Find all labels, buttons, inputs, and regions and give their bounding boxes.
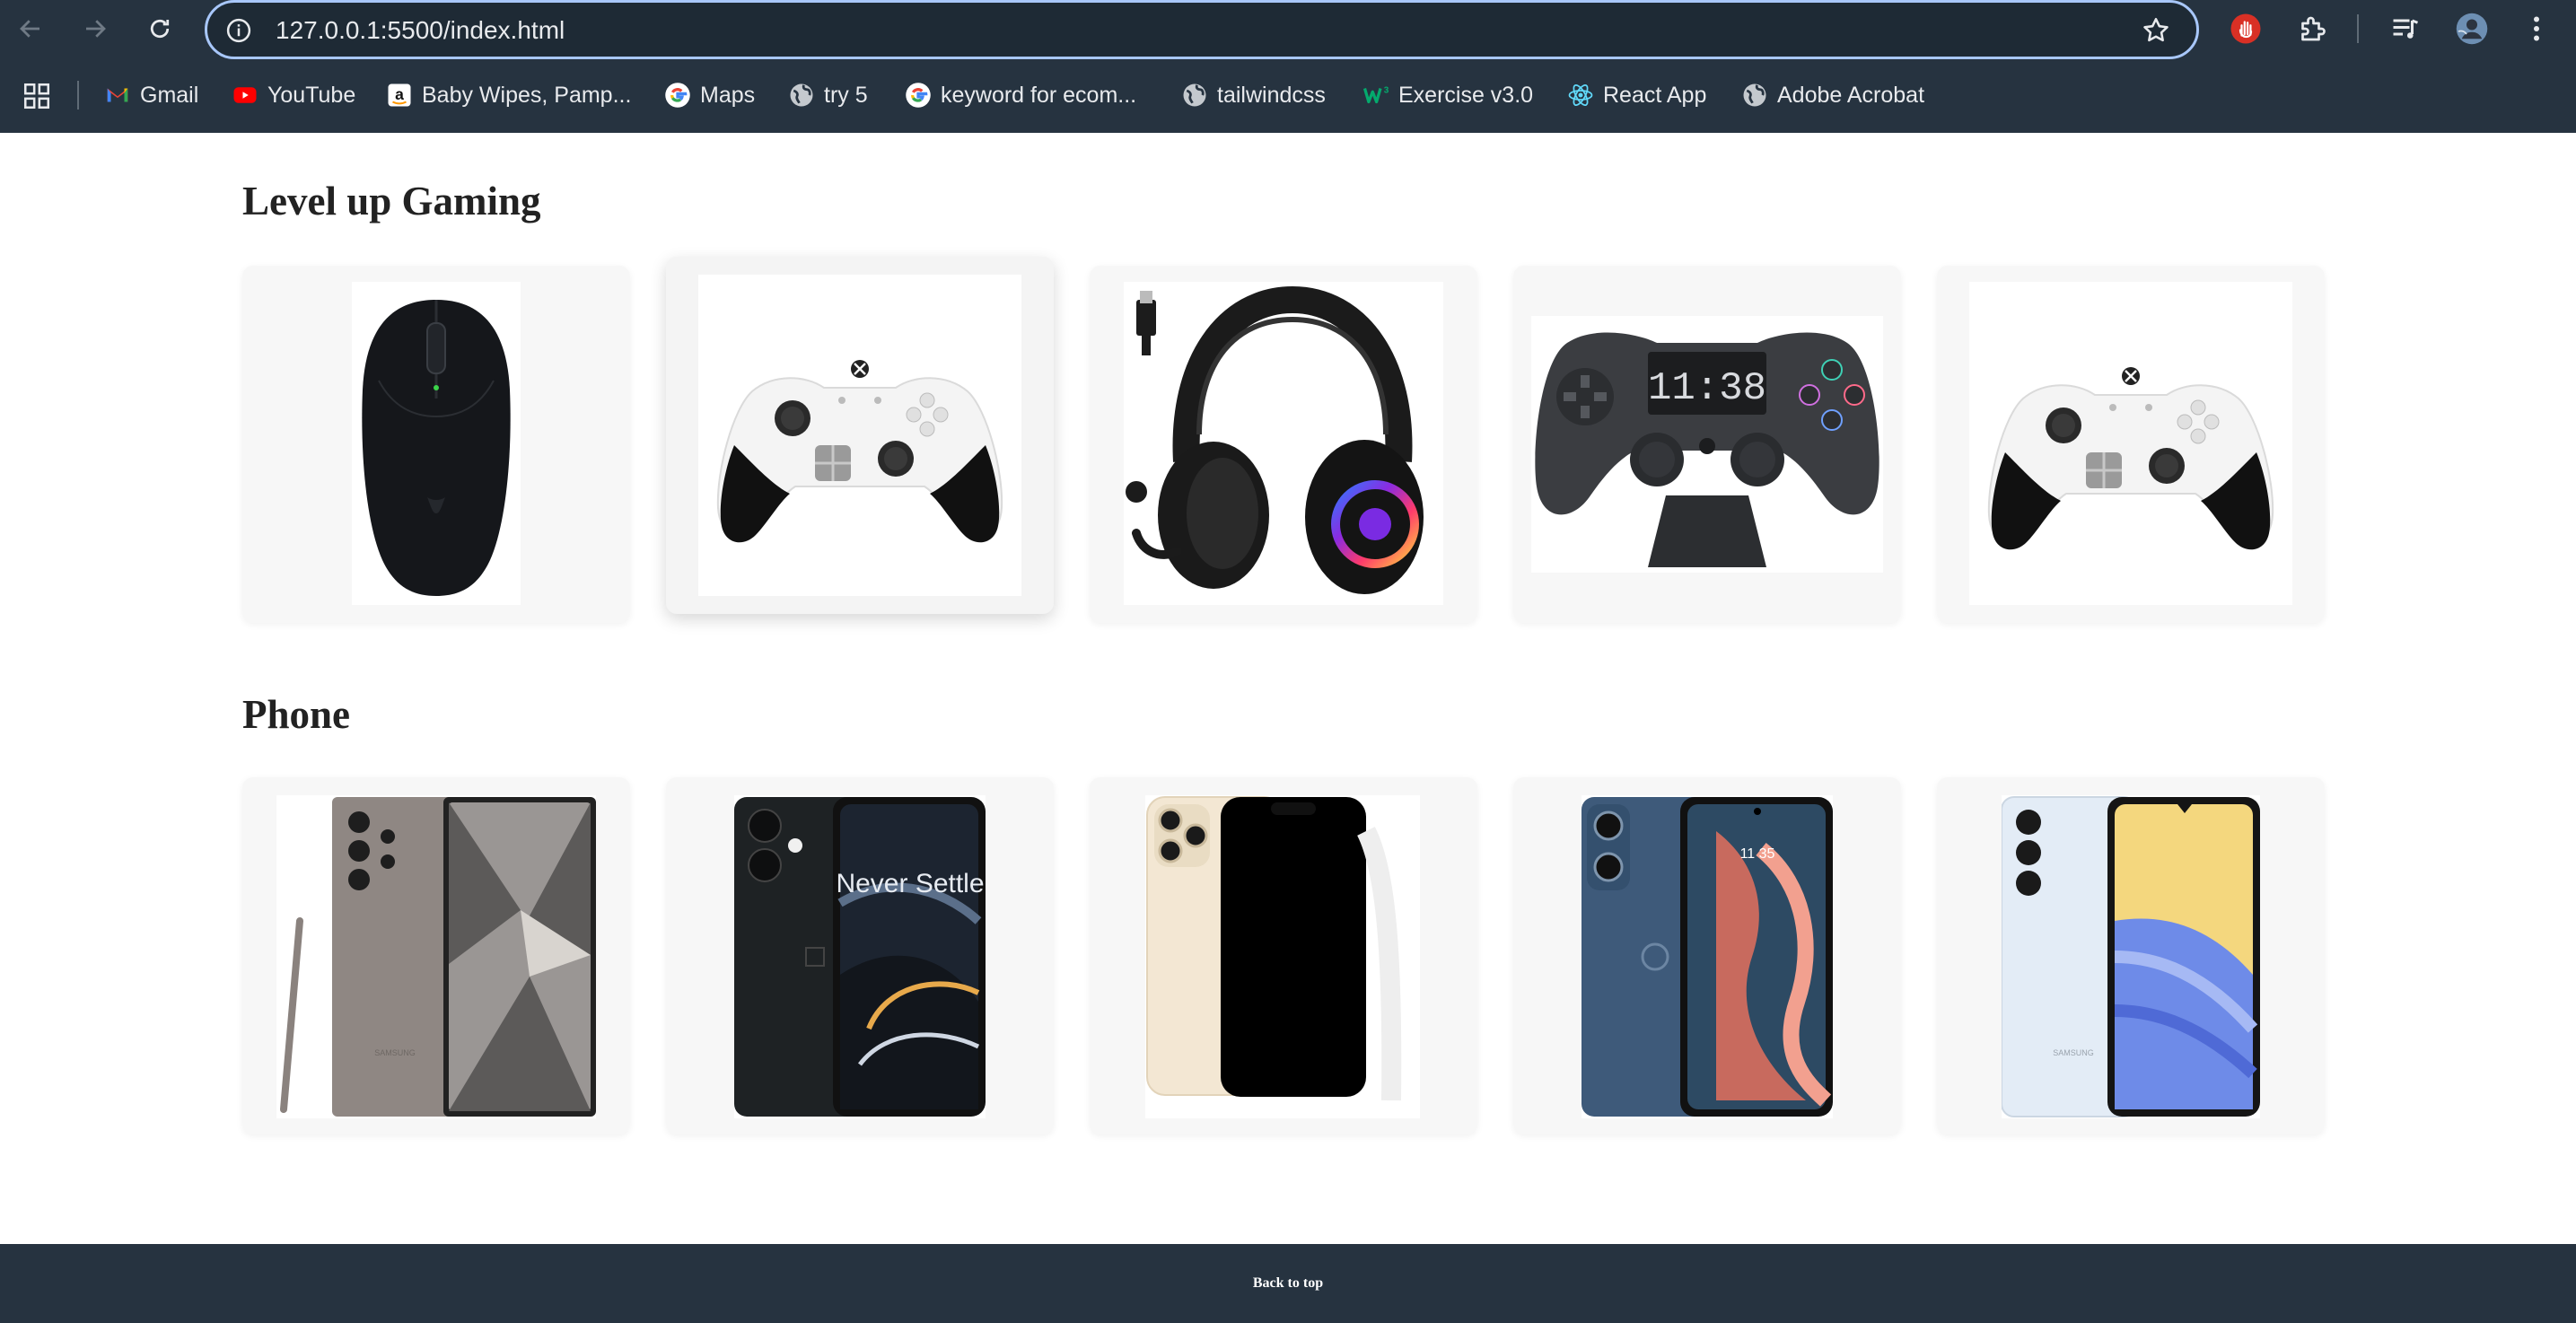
phone-icon [1145,795,1420,1118]
product-image-samsung-galaxy-a15: SAMSUNG [2002,795,2260,1118]
bookmark-label: tailwindcss [1217,82,1326,108]
extension-stop-button[interactable] [2228,11,2264,47]
avatar [2456,13,2488,45]
react-icon [1567,82,1594,109]
product-card-motorola-moto[interactable]: 11 35 [1513,777,1901,1135]
google-icon [905,82,932,109]
bookmark-tailwindcss[interactable]: tailwindcss [1181,79,1326,111]
bookmark-label: Gmail [140,82,199,108]
playlist-icon [2393,19,2419,39]
section-title-gaming: Level up Gaming [242,179,541,223]
gmail-icon [104,82,131,109]
product-card-gaming-headset[interactable] [1090,266,1477,623]
toolbar-divider [2357,14,2359,43]
bookmark-try5[interactable]: try 5 [788,79,868,111]
product-image-motorola-moto: 11 35 [1582,795,1833,1118]
xbox-controller-icon [1969,282,2292,605]
back-button[interactable] [11,9,50,48]
google-icon [664,82,691,109]
product-card-gaming-mouse[interactable] [242,266,630,623]
bookmark-exercise[interactable]: 3 Exercise v3.0 [1362,79,1533,111]
arrow-left-icon [20,20,39,38]
svg-text:a: a [395,85,404,103]
product-card-iphone-gold[interactable] [1090,777,1477,1135]
phone-icon: Never Settle [734,795,986,1118]
reading-list-button[interactable] [2388,11,2423,47]
profile-avatar-button[interactable] [2454,11,2490,47]
back-to-top-link[interactable]: Back to top [1253,1275,1323,1292]
wallpaper-text: Never Settle [836,869,984,898]
samsung-brand-text: SAMSUNG [2053,1048,2094,1057]
product-card-oneplus-nord[interactable]: Never Settle [666,777,1054,1135]
gaming-mouse-icon [352,282,521,605]
reload-icon [150,19,170,39]
bookmark-youtube[interactable]: YouTube [232,79,355,111]
product-image-gaming-headset [1124,282,1443,605]
bookmark-label: keyword for ecom... [941,82,1137,108]
browser-chrome: 127.0.0.1:5500/index.html Gmail YouTube … [0,0,2576,133]
amazon-icon: a [386,82,413,109]
forward-button[interactable] [75,9,115,48]
apps-grid-icon[interactable] [22,81,52,111]
bookmark-adobe-acrobat[interactable]: Adobe Acrobat [1741,79,1924,111]
product-image-samsung-galaxy-ultra: SAMSUNG [276,795,596,1118]
bookmark-label: React App [1603,82,1707,108]
samsung-brand-text: SAMSUNG [374,1048,416,1057]
youtube-icon [232,82,258,109]
globe-icon [1741,82,1768,109]
section-title-phone: Phone [242,692,351,737]
browser-toolbar: 127.0.0.1:5500/index.html [0,0,2576,59]
w3-icon: 3 [1362,82,1389,109]
product-card-xbox-controller-2[interactable] [1937,266,2325,623]
bookmark-gmail[interactable]: Gmail [104,79,198,111]
product-image-gaming-mouse [352,282,521,605]
bookmarks-bar: Gmail YouTube a Baby Wipes, Pamp... Maps… [0,75,2576,115]
arrow-right-icon [86,20,106,38]
product-image-controller-clock: 11:38 [1531,316,1883,573]
product-card-samsung-galaxy-ultra[interactable]: SAMSUNG [242,777,630,1135]
clock-time: 11:38 [1648,366,1766,411]
bookmark-maps[interactable]: Maps [664,79,755,111]
bookmark-keyword[interactable]: keyword for ecom... [905,79,1136,111]
controller-clock-icon: 11:38 [1531,316,1883,573]
more-vertical-icon [2534,16,2539,41]
xbox-controller-icon [698,275,1021,596]
bookmarks-divider [77,81,79,110]
headset-icon [1124,282,1443,605]
bookmark-label: Exercise v3.0 [1398,82,1534,108]
product-card-samsung-galaxy-a15[interactable]: SAMSUNG [1937,777,2325,1135]
bookmark-star-icon[interactable] [2141,15,2171,46]
bookmark-amazon[interactable]: a Baby Wipes, Pamp... [386,79,631,111]
bookmark-label: Baby Wipes, Pamp... [422,82,632,108]
bookmark-label: Adobe Acrobat [1777,82,1925,108]
product-image-xbox-controller-2 [1969,282,2292,605]
phone-icon: SAMSUNG [2002,795,2260,1118]
browser-menu-button[interactable] [2519,11,2554,47]
hand-stop-icon [2230,13,2261,44]
bookmark-label: YouTube [267,82,356,108]
puzzle-piece-icon [2301,16,2326,41]
phone-icon: 11 35 [1582,795,1833,1118]
product-card-xbox-controller[interactable] [666,257,1054,614]
globe-icon [1181,82,1208,109]
product-image-iphone-gold [1145,795,1420,1118]
bookmark-react-app[interactable]: React App [1567,79,1706,111]
product-image-xbox-controller [698,275,1021,596]
product-card-controller-clock[interactable]: 11:38 [1513,266,1901,623]
url-text: 127.0.0.1:5500/index.html [276,16,565,44]
site-info-icon[interactable] [225,17,252,44]
phone-icon: SAMSUNG [276,795,596,1118]
lockscreen-time: 11 35 [1740,846,1775,862]
extensions-button[interactable] [2294,11,2330,47]
page-footer: Back to top [0,1244,2576,1323]
address-bar[interactable]: 127.0.0.1:5500/index.html [205,0,2199,59]
svg-text:3: 3 [1384,86,1389,96]
reload-button[interactable] [140,9,180,48]
bookmark-label: Maps [700,82,756,108]
bookmark-label: try 5 [824,82,868,108]
globe-icon [788,82,815,109]
product-image-oneplus-nord: Never Settle [734,795,986,1118]
